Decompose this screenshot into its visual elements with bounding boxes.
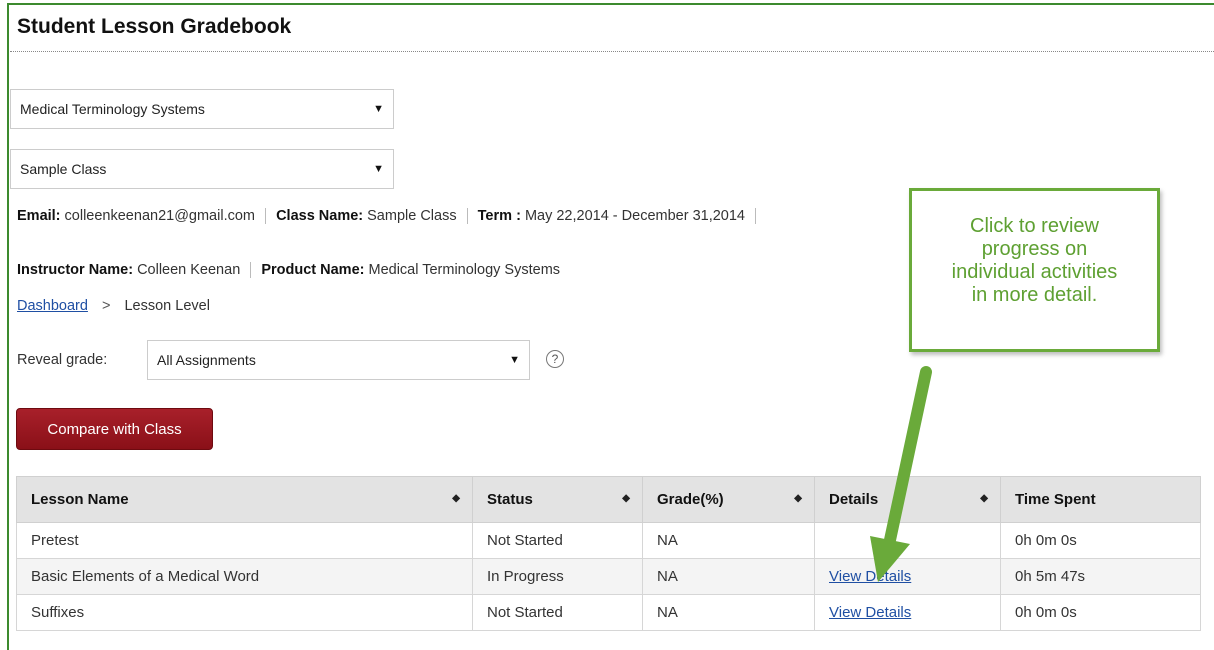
annotation-callout: Click to review progress on individual a… [909, 188, 1160, 352]
divider [250, 262, 252, 279]
callout-line: individual activities [951, 261, 1118, 283]
lesson-name-cell: Suffixes [16, 594, 473, 631]
title-divider [10, 51, 1214, 52]
header-time-spent: Time Spent [1000, 476, 1201, 523]
page-title: Student Lesson Gradebook [17, 15, 292, 38]
header-label: Details [829, 491, 879, 508]
callout-line: progress on [981, 238, 1088, 260]
caret-down-icon: ▼ [509, 354, 520, 366]
sort-icon: ◆ [622, 493, 630, 504]
reveal-grade-select[interactable]: All Assignments ▼ [147, 340, 530, 380]
compare-with-class-button[interactable]: Compare with Class [16, 408, 213, 450]
reveal-grade-label: Reveal grade: [17, 352, 108, 368]
lesson-name-cell: Pretest [16, 522, 473, 559]
status-cell: Not Started [472, 522, 643, 559]
grade-cell: NA [642, 522, 815, 559]
table-row: Basic Elements of a Medical Word In Prog… [16, 558, 1201, 595]
class-name-label: Class Name: [276, 208, 364, 224]
header-label: Status [487, 491, 533, 508]
status-cell: Not Started [472, 594, 643, 631]
callout-line: Click to review [970, 215, 1099, 237]
header-grade[interactable]: Grade(%) ◆ [642, 476, 815, 523]
sort-icon: ◆ [794, 493, 802, 504]
callout-line: in more detail. [971, 284, 1098, 306]
divider [265, 208, 267, 225]
class-name-value: Sample Class [367, 208, 457, 224]
table-row: Suffixes Not Started NA View Details 0h … [16, 594, 1201, 631]
table-row: Pretest Not Started NA 0h 0m 0s [16, 522, 1201, 559]
product-name-label: Product Name: [261, 262, 365, 278]
header-lesson-name[interactable]: Lesson Name ◆ [16, 476, 473, 523]
caret-down-icon: ▼ [373, 163, 384, 175]
instructor-info-line: Instructor Name: Colleen Keenan Product … [17, 262, 561, 279]
product-select-value: Medical Terminology Systems [20, 101, 205, 117]
details-cell: View Details [814, 558, 1001, 595]
header-label: Time Spent [1015, 491, 1096, 508]
breadcrumb-dashboard-link[interactable]: Dashboard [17, 298, 88, 314]
header-details[interactable]: Details ◆ [814, 476, 1001, 523]
sort-icon: ◆ [452, 493, 460, 504]
grade-cell: NA [642, 594, 815, 631]
product-name-value: Medical Terminology Systems [368, 262, 561, 278]
instructor-value: Colleen Keenan [137, 262, 241, 278]
details-cell: View Details [814, 594, 1001, 631]
details-cell [814, 522, 1001, 559]
lesson-name-cell: Basic Elements of a Medical Word [16, 558, 473, 595]
student-info-line: Email: colleenkeenan21@gmail.com Class N… [17, 208, 762, 225]
time-spent-cell: 0h 5m 47s [1000, 558, 1201, 595]
grade-cell: NA [642, 558, 815, 595]
lesson-table: Lesson Name ◆ Status ◆ Grade(%) ◆ Details ◆ … [16, 476, 1201, 631]
divider [755, 208, 757, 225]
email-value: colleenkeenan21@gmail.com [64, 208, 255, 224]
product-select[interactable]: Medical Terminology Systems ▼ [10, 89, 394, 129]
breadcrumb-current: Lesson Level [124, 298, 210, 314]
instructor-label: Instructor Name: [17, 262, 134, 278]
breadcrumb: Dashboard > Lesson Level [17, 298, 210, 314]
header-label: Grade(%) [657, 491, 724, 508]
caret-down-icon: ▼ [373, 103, 384, 115]
time-spent-cell: 0h 0m 0s [1000, 594, 1201, 631]
help-circle-icon[interactable]: ? [546, 350, 564, 368]
header-label: Lesson Name [31, 491, 129, 508]
header-status[interactable]: Status ◆ [472, 476, 643, 523]
view-details-link[interactable]: View Details [829, 568, 911, 585]
sort-icon: ◆ [980, 493, 988, 504]
view-details-link[interactable]: View Details [829, 604, 911, 621]
reveal-grade-value: All Assignments [157, 352, 256, 368]
breadcrumb-separator: > [101, 298, 111, 314]
time-spent-cell: 0h 0m 0s [1000, 522, 1201, 559]
term-value: May 22,2014 - December 31,2014 [524, 208, 745, 224]
divider [466, 208, 468, 225]
class-select-value: Sample Class [20, 161, 107, 177]
status-cell: In Progress [472, 558, 643, 595]
email-label: Email: [17, 208, 61, 224]
table-header-row: Lesson Name ◆ Status ◆ Grade(%) ◆ Details ◆ … [16, 476, 1201, 523]
term-label: Term : [477, 208, 521, 224]
class-select[interactable]: Sample Class ▼ [10, 149, 394, 189]
